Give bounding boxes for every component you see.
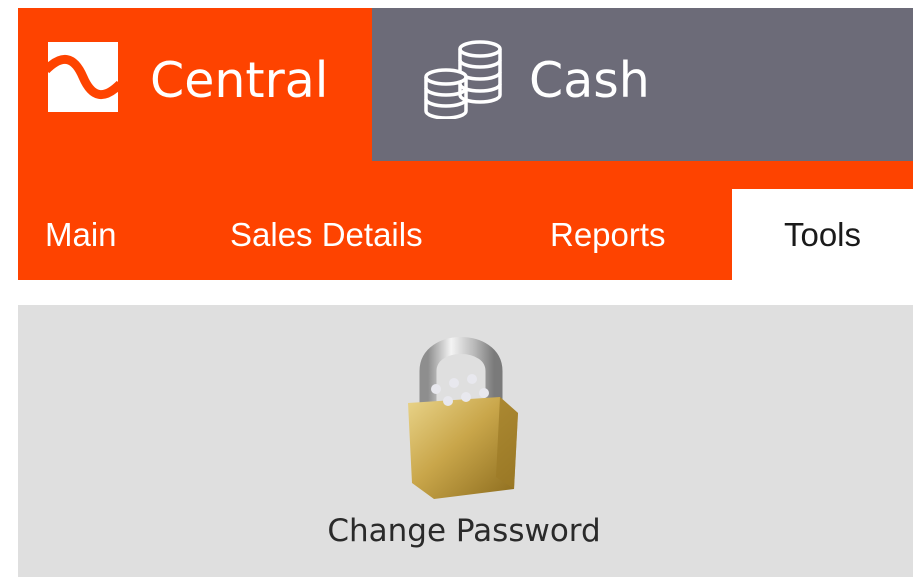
app-tab-central[interactable]: Central: [18, 8, 372, 161]
central-logo-icon: [48, 42, 118, 112]
app-tab-cash[interactable]: Cash: [372, 8, 913, 161]
tab-main[interactable]: Main: [45, 161, 117, 280]
tab-reports[interactable]: Reports: [550, 161, 666, 280]
tools-panel: Change Password: [18, 305, 913, 577]
change-password-label: Change Password: [327, 513, 601, 549]
app-tab-central-label: Central: [150, 52, 329, 109]
nav-bar: Main Sales Details Reports Tools: [18, 161, 913, 280]
app-tab-cash-label: Cash: [529, 52, 650, 109]
coins-stack-icon: [424, 40, 502, 119]
tab-sales-details[interactable]: Sales Details: [230, 161, 423, 280]
padlock-icon: [408, 337, 518, 499]
tab-tools[interactable]: Tools: [732, 189, 913, 280]
change-password-button[interactable]: Change Password: [308, 327, 628, 557]
